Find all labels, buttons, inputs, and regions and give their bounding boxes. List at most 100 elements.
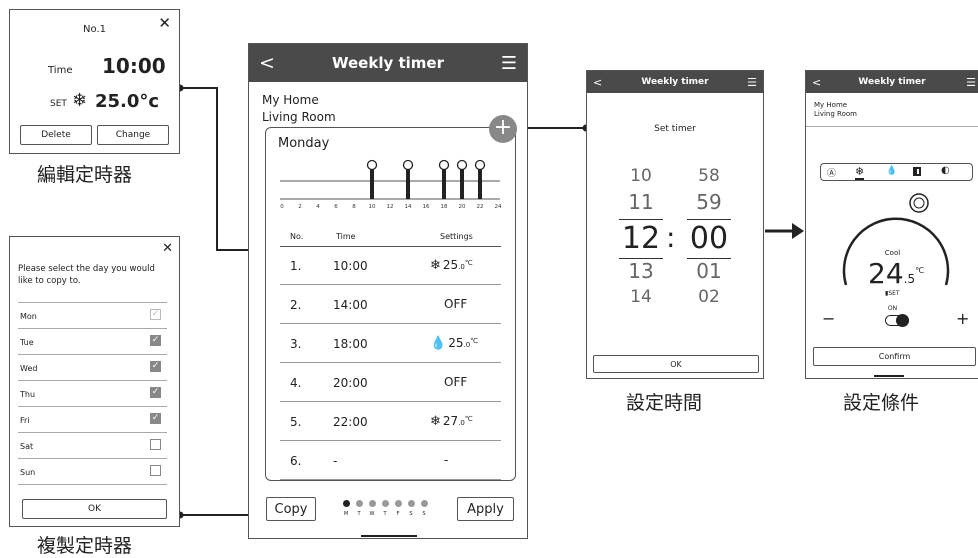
picker-value[interactable]: 01 bbox=[683, 259, 735, 283]
timer-row[interactable]: 1. 10:00 ❄ 25.0℃ bbox=[280, 246, 501, 285]
power-toggle[interactable] bbox=[885, 314, 909, 327]
dot-indicator bbox=[355, 500, 363, 507]
cool-mode-icon[interactable]: ❄ bbox=[855, 165, 865, 180]
row-temp: 25 bbox=[442, 258, 459, 272]
hour-tick-label: 14 bbox=[405, 204, 412, 209]
row-status: - bbox=[444, 453, 449, 467]
change-button[interactable]: Change bbox=[97, 125, 169, 145]
picker-value[interactable]: 02 bbox=[683, 287, 735, 307]
row-settings: OFF bbox=[430, 375, 467, 389]
temperature-value[interactable]: 25.0°c bbox=[95, 91, 159, 112]
add-timer-button[interactable]: + bbox=[489, 115, 517, 143]
day-dot[interactable]: F bbox=[393, 500, 403, 517]
row-settings: 💧 25.0℃ bbox=[430, 336, 478, 351]
day-checkbox[interactable] bbox=[150, 439, 161, 450]
picker-value[interactable]: 13 bbox=[615, 259, 667, 283]
day-dot[interactable]: S bbox=[419, 500, 429, 517]
picker-selected-value[interactable]: 00 bbox=[683, 221, 735, 256]
day-label: Mon bbox=[20, 312, 37, 321]
edit-timer-dialog: No.1 ✕ Time 10:00 SET ❄ 25.0°c Delete Ch… bbox=[9, 9, 180, 154]
day-letter: T bbox=[357, 511, 361, 517]
header-title: Weekly timer bbox=[858, 77, 926, 87]
header-bar: < Weekly timer ☰ bbox=[587, 71, 763, 93]
row-status: OFF bbox=[444, 297, 468, 311]
timer-number: No.1 bbox=[83, 24, 106, 35]
day-checkbox[interactable]: ✓ bbox=[150, 361, 161, 372]
day-dot[interactable]: S bbox=[406, 500, 416, 517]
picker-value[interactable]: 11 bbox=[615, 190, 667, 214]
set-condition-screen: < Weekly timer ☰ My Home Living Room Ⓐ ❄… bbox=[805, 70, 978, 379]
day-option[interactable]: Sat bbox=[18, 433, 167, 459]
home-name: My Home bbox=[262, 93, 319, 107]
close-icon[interactable]: ✕ bbox=[162, 241, 173, 256]
day-checkbox[interactable] bbox=[150, 465, 161, 476]
timer-row[interactable]: 2. 14:00 OFF bbox=[280, 285, 501, 324]
time-value[interactable]: 10:00 bbox=[102, 54, 166, 78]
decrease-button[interactable]: − bbox=[822, 309, 835, 328]
picker-value[interactable]: 10 bbox=[615, 166, 667, 186]
timer-bar bbox=[406, 169, 410, 199]
day-checkbox[interactable]: ✓ bbox=[150, 413, 161, 424]
close-icon[interactable]: ✕ bbox=[158, 14, 171, 32]
delete-button[interactable]: Delete bbox=[20, 125, 92, 145]
day-option[interactable]: Thu ✓ bbox=[18, 381, 167, 407]
copy-timer-caption: 複製定時器 bbox=[37, 535, 133, 557]
day-dot[interactable]: M bbox=[341, 500, 351, 517]
day-dot[interactable]: W bbox=[367, 500, 377, 517]
menu-icon[interactable]: ☰ bbox=[747, 76, 757, 89]
day-dot[interactable]: T bbox=[380, 500, 390, 517]
increase-button[interactable]: + bbox=[956, 309, 969, 328]
picker-selected-value[interactable]: 12 bbox=[615, 221, 667, 256]
ok-button[interactable]: OK bbox=[593, 355, 759, 373]
room-name: Living Room bbox=[262, 110, 336, 124]
clock-icon bbox=[456, 159, 468, 171]
copy-button[interactable]: Copy bbox=[266, 497, 316, 521]
picker-value[interactable]: 14 bbox=[615, 287, 667, 307]
picker-value[interactable]: 59 bbox=[683, 190, 735, 214]
day-checkbox[interactable]: ✓ bbox=[150, 335, 161, 346]
day-checkbox[interactable]: ✓ bbox=[150, 387, 161, 398]
row-settings: OFF bbox=[430, 297, 467, 311]
temp-unit: ℃ bbox=[915, 266, 925, 275]
day-option[interactable]: Wed ✓ bbox=[18, 355, 167, 381]
col-settings: Settings bbox=[440, 232, 473, 241]
day-option[interactable]: Tue ✓ bbox=[18, 329, 167, 355]
row-settings: ❄ 27.0℃ bbox=[430, 414, 473, 429]
menu-icon[interactable]: ☰ bbox=[501, 53, 517, 74]
back-icon[interactable]: < bbox=[259, 52, 275, 74]
hour-tick-label: 18 bbox=[441, 204, 448, 209]
back-icon[interactable]: < bbox=[593, 76, 602, 89]
dry-mode-icon[interactable]: 💧 bbox=[886, 166, 897, 176]
menu-icon[interactable]: ☰ bbox=[966, 76, 976, 89]
confirm-button[interactable]: Confirm bbox=[813, 347, 976, 366]
day-option[interactable]: Mon ✓ bbox=[18, 303, 167, 329]
row-temp-unit: ℃ bbox=[464, 415, 473, 423]
day-dot[interactable]: T bbox=[354, 500, 364, 517]
edit-timer-caption: 編輯定時器 bbox=[37, 164, 133, 186]
back-icon[interactable]: < bbox=[812, 76, 821, 89]
day-option[interactable]: Sun bbox=[18, 459, 167, 485]
auto-mode-icon[interactable]: Ⓐ bbox=[827, 166, 836, 179]
dot-indicator bbox=[407, 500, 415, 507]
picker-value[interactable]: 58 bbox=[683, 166, 735, 186]
day-title: Monday bbox=[278, 136, 330, 151]
heat-mode-icon[interactable]: ◐ bbox=[941, 165, 950, 176]
snowflake-icon: ❄ bbox=[72, 90, 88, 111]
day-option[interactable]: Fri ✓ bbox=[18, 407, 167, 433]
header-title: Weekly timer bbox=[641, 77, 709, 87]
copy-timer-dialog: ✕ Please select the day you would like t… bbox=[9, 236, 180, 527]
day-checkbox[interactable]: ✓ bbox=[150, 309, 161, 320]
row-number: 6. bbox=[290, 454, 302, 468]
timer-row[interactable]: 5. 22:00 ❄ 27.0℃ bbox=[280, 402, 501, 441]
timer-row[interactable]: 3. 18:00 💧 25.0℃ bbox=[280, 324, 501, 363]
hour-tick-label: 24 bbox=[495, 204, 502, 209]
day-label: Tue bbox=[20, 338, 34, 347]
apply-button[interactable]: Apply bbox=[457, 497, 514, 521]
row-temp: 27 bbox=[442, 414, 459, 428]
picker-selection-line bbox=[687, 258, 731, 259]
timer-row[interactable]: 6. - - bbox=[280, 441, 501, 480]
timer-row[interactable]: 4. 20:00 OFF bbox=[280, 363, 501, 402]
arrow-right-icon bbox=[792, 223, 804, 239]
ok-button[interactable]: OK bbox=[22, 499, 167, 519]
fan-mode-icon[interactable] bbox=[913, 167, 921, 176]
